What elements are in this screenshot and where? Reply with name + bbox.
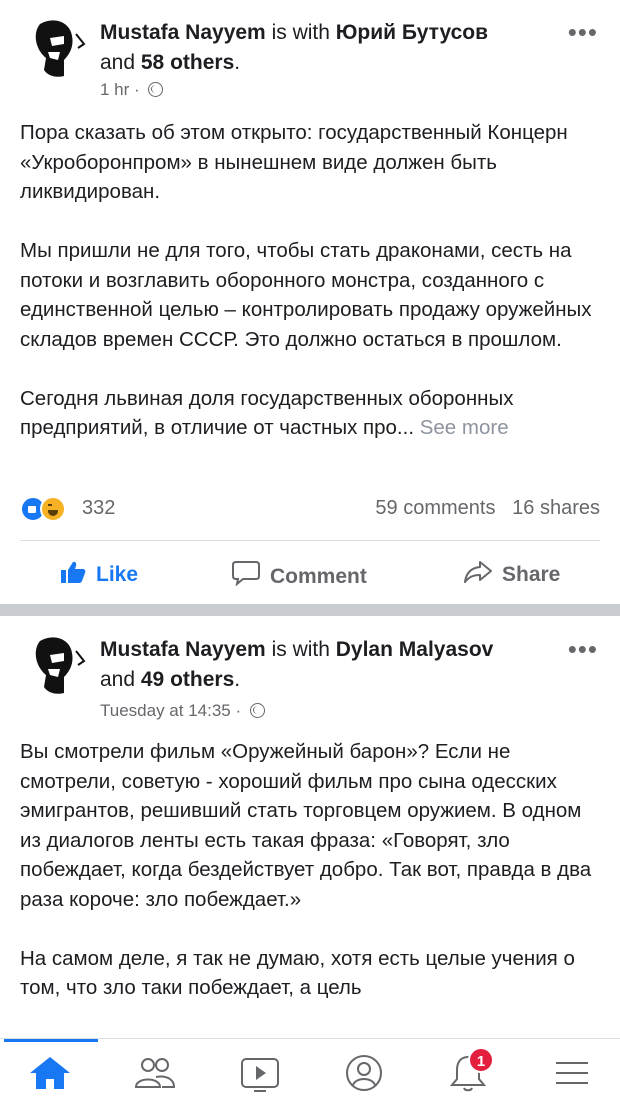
comment-button[interactable]: Comment: [232, 560, 367, 588]
post-meta: 1 hr ·: [100, 80, 164, 100]
divider: [20, 540, 600, 541]
reactions-summary[interactable]: [20, 493, 80, 523]
home-icon: [30, 1057, 70, 1089]
active-tab-indicator: [4, 1039, 98, 1042]
period-text: .: [234, 51, 241, 74]
post-header: Mustafa Nayyem is with Юрий Бутусов and …: [20, 14, 600, 104]
post-stats: 332 59 comments 16 shares: [20, 491, 600, 525]
comment-share-counts: 59 comments 16 shares: [375, 497, 600, 520]
profile-icon: [346, 1055, 382, 1091]
tagged-person[interactable]: Юрий Бутусов: [336, 21, 488, 44]
friends-icon: [134, 1058, 176, 1088]
haha-reaction-icon: [40, 496, 66, 522]
nav-profile[interactable]: [340, 1053, 388, 1099]
see-more-link[interactable]: See more: [420, 416, 509, 439]
post-meta: Tuesday at 14:35 ·: [100, 701, 265, 721]
globe-icon: [148, 82, 164, 97]
and-text: and: [100, 668, 141, 691]
tagged-others[interactable]: 49 others: [141, 668, 234, 691]
nav-home[interactable]: [26, 1053, 74, 1099]
author-avatar[interactable]: [20, 14, 92, 86]
globe-icon: [249, 703, 265, 718]
post-paragraph: Мы пришли не для того, чтобы стать драко…: [20, 239, 592, 351]
post-headline: Mustafa Nayyem is with Dylan Malyasov an…: [100, 635, 560, 695]
action-bar: Like Comment Share: [20, 548, 600, 600]
post-time[interactable]: 1 hr: [100, 80, 129, 99]
like-label: Like: [96, 563, 139, 586]
shares-count[interactable]: 16 shares: [512, 497, 600, 519]
nav-menu[interactable]: [548, 1053, 596, 1099]
feed-separator: [0, 604, 620, 616]
like-button[interactable]: Like: [60, 560, 138, 588]
post-text: Пора сказать об этом открыто: государств…: [20, 118, 604, 443]
watch-icon: [241, 1058, 279, 1092]
nav-watch[interactable]: [236, 1053, 284, 1099]
nav-friends[interactable]: [130, 1053, 178, 1099]
post-paragraph-last: Сегодня львиная доля государственных обо…: [20, 384, 604, 443]
post-paragraph: Вы смотрели фильм «Оружейный барон»? Есл…: [20, 740, 592, 911]
comment-icon: [232, 561, 260, 586]
with-text: is with: [265, 638, 336, 661]
with-text: is with: [265, 21, 336, 44]
tagged-others[interactable]: 58 others: [141, 51, 234, 74]
author-name[interactable]: Mustafa Nayyem: [100, 638, 266, 661]
reaction-count[interactable]: 332: [82, 497, 115, 520]
tagged-person[interactable]: Dylan Malyasov: [336, 638, 494, 661]
author-avatar[interactable]: [20, 631, 92, 703]
more-options-button[interactable]: •••: [568, 19, 598, 45]
post-paragraph: На самом деле, я так не думаю, хотя есть…: [20, 946, 575, 1000]
post-paragraph: Пора сказать об этом открыто: государств…: [20, 121, 568, 203]
meta-separator: ·: [230, 701, 246, 720]
bottom-navigation: 1: [0, 1038, 620, 1107]
period-text: .: [234, 668, 241, 691]
post-headline: Mustafa Nayyem is with Юрий Бутусов and …: [100, 18, 560, 78]
share-button[interactable]: Share: [464, 560, 560, 588]
notification-badge: 1: [468, 1047, 494, 1073]
share-label: Share: [502, 563, 561, 586]
post-text: Вы смотрели фильм «Оружейный барон»? Есл…: [20, 737, 604, 1032]
thumbs-up-icon: [61, 561, 86, 583]
meta-separator: ·: [129, 80, 145, 99]
share-icon: [464, 561, 492, 583]
more-options-button[interactable]: •••: [568, 636, 598, 662]
post-header: Mustafa Nayyem is with Dylan Malyasov an…: [20, 631, 600, 721]
comments-count[interactable]: 59 comments: [375, 497, 495, 519]
post-time[interactable]: Tuesday at 14:35: [100, 701, 231, 720]
author-name[interactable]: Mustafa Nayyem: [100, 21, 266, 44]
nav-notifications[interactable]: 1: [444, 1047, 494, 1099]
comment-label: Comment: [270, 565, 367, 588]
menu-icon: [556, 1062, 588, 1084]
and-text: and: [100, 51, 141, 74]
